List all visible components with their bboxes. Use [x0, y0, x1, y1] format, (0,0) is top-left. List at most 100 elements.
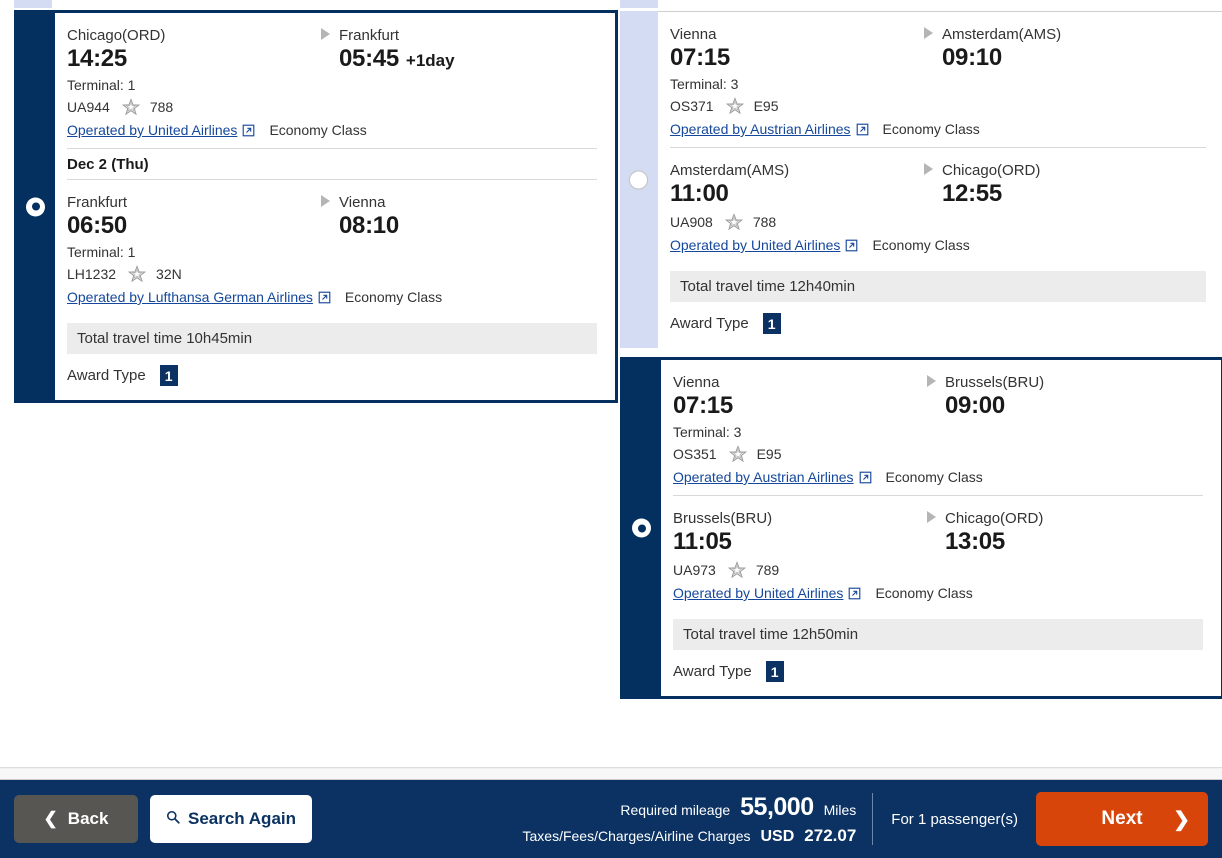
cabin-class: Economy Class — [882, 121, 980, 137]
external-link-icon[interactable] — [318, 291, 331, 304]
star-alliance-icon — [728, 445, 747, 463]
itinerary-card-return-2[interactable]: Vienna Brussels(BRU) 07:15 09:00 Termina… — [620, 357, 1222, 699]
mileage-unit: Miles — [823, 801, 857, 818]
departure-city: Frankfurt — [67, 194, 128, 211]
equipment-code: E95 — [756, 446, 782, 462]
fragment-strip — [620, 0, 658, 8]
departure-time: 07:15 — [673, 392, 733, 419]
outbound-itinerary-column: Chicago(ORD) Frankfurt 14:25 05:45 +1day… — [14, 10, 618, 403]
scrolled-card-fragment-left — [14, 0, 618, 8]
award-type-badge[interactable]: 1 — [159, 365, 178, 386]
flight-segment: Brussels(BRU) Chicago(ORD) 11:05 13:05 U… — [673, 495, 1203, 611]
star-alliance-icon — [727, 561, 746, 579]
scrollbar-thumb[interactable] — [0, 769, 1222, 779]
itinerary-card-body: Vienna Brussels(BRU) 07:15 09:00 Termina… — [661, 360, 1221, 696]
arrival-city: Amsterdam(AMS) — [942, 26, 1062, 43]
flight-number: OS371 — [670, 98, 714, 114]
scrolled-card-fragment-right — [620, 0, 1222, 8]
departure-city: Vienna — [670, 26, 717, 43]
departure-time: 11:05 — [673, 528, 732, 555]
next-button[interactable]: Next ❯ — [1036, 792, 1208, 846]
departure-time: 07:15 — [670, 44, 730, 71]
departure-city: Vienna — [673, 374, 720, 391]
equipment-code: 32N — [156, 266, 182, 282]
arrival-city: Chicago(ORD) — [942, 162, 1041, 179]
flight-segment: Vienna Amsterdam(AMS) 07:15 09:10 Termin… — [670, 12, 1206, 147]
back-button[interactable]: ❮ Back — [14, 795, 138, 843]
total-travel-time: Total travel time 12h50min — [673, 619, 1203, 650]
external-link-icon[interactable] — [859, 471, 872, 484]
award-type-badge[interactable]: 1 — [765, 661, 784, 682]
arrow-right-triangle-icon — [321, 28, 339, 40]
terminal-info: Terminal: 3 — [670, 76, 739, 92]
horizontal-scrollbar[interactable] — [0, 767, 1222, 780]
fragment-strip — [14, 0, 52, 8]
operated-by-link[interactable]: Operated by United Airlines — [673, 585, 843, 601]
external-link-icon[interactable] — [242, 124, 255, 137]
arrival-time: 09:10 — [942, 44, 1002, 71]
award-type-badge[interactable]: 1 — [762, 313, 781, 334]
departure-city: Brussels(BRU) — [673, 510, 773, 527]
terminal-info: Terminal: 1 — [67, 77, 136, 93]
external-link-icon[interactable] — [856, 123, 869, 136]
cabin-class: Economy Class — [885, 469, 983, 485]
itinerary-select-strip[interactable] — [620, 11, 658, 348]
flight-segment: Vienna Brussels(BRU) 07:15 09:00 Termina… — [673, 360, 1203, 495]
search-again-button[interactable]: Search Again — [150, 795, 312, 843]
cabin-class: Economy Class — [872, 237, 970, 253]
equipment-code: 788 — [752, 214, 777, 230]
arrow-right-triangle-icon — [924, 163, 942, 175]
itinerary-select-strip[interactable] — [17, 13, 55, 400]
search-again-label: Search Again — [187, 809, 297, 828]
required-mileage-value: 55,000 — [740, 792, 814, 821]
external-link-icon[interactable] — [845, 239, 858, 252]
cabin-class: Economy Class — [875, 585, 973, 601]
arrival-time: 09:00 — [945, 392, 1005, 419]
bottom-action-bar: ❮ Back Search Again Required mileage 55,… — [0, 780, 1222, 858]
external-link-icon[interactable] — [848, 587, 861, 600]
operated-by-link[interactable]: Operated by United Airlines — [67, 122, 237, 138]
itinerary-card-return-1[interactable]: Vienna Amsterdam(AMS) 07:15 09:10 Termin… — [620, 11, 1222, 348]
outbound-itinerary-radio[interactable] — [26, 197, 45, 216]
award-type-row: Award Type 1 — [67, 354, 597, 400]
flight-award-selection-page: Chicago(ORD) Frankfurt 14:25 05:45 +1day… — [0, 0, 1222, 858]
return-itinerary-radio-1[interactable] — [629, 170, 648, 189]
flight-number: UA944 — [67, 99, 110, 115]
operated-by-link[interactable]: Operated by Austrian Airlines — [670, 121, 851, 137]
itinerary-card-body: Chicago(ORD) Frankfurt 14:25 05:45 +1day… — [55, 13, 615, 400]
equipment-code: E95 — [753, 98, 779, 114]
total-travel-time: Total travel time 10h45min — [67, 323, 597, 354]
chevron-left-icon: ❮ — [43, 809, 58, 828]
arrival-city: Chicago(ORD) — [945, 510, 1044, 527]
departure-city: Amsterdam(AMS) — [670, 162, 790, 179]
terminal-info: Terminal: 3 — [673, 424, 742, 440]
return-itinerary-radio-2[interactable] — [632, 518, 651, 538]
required-mileage-label: Required mileage — [620, 801, 731, 818]
flight-segment: Frankfurt Vienna 06:50 08:10 Terminal: 1 — [67, 180, 597, 315]
star-alliance-icon — [128, 265, 147, 283]
arrival-time: 13:05 — [945, 528, 1005, 555]
next-button-label: Next — [1101, 808, 1143, 829]
equipment-code: 789 — [755, 562, 780, 578]
departure-time: 06:50 — [67, 212, 127, 239]
operated-by-link[interactable]: Operated by Lufthansa German Airlines — [67, 289, 313, 305]
arrival-city: Vienna — [339, 194, 386, 211]
star-alliance-icon — [121, 98, 140, 116]
operated-by-link[interactable]: Operated by Austrian Airlines — [673, 469, 854, 485]
award-type-row: Award Type 1 — [670, 302, 1206, 348]
itinerary-select-strip[interactable] — [623, 360, 661, 696]
flight-segment: Chicago(ORD) Frankfurt 14:25 05:45 +1day… — [67, 13, 597, 148]
search-icon — [166, 809, 180, 829]
cabin-class: Economy Class — [269, 122, 367, 138]
terminal-info: Terminal: 1 — [67, 244, 136, 260]
arrow-right-triangle-icon — [927, 511, 945, 523]
back-button-label: Back — [67, 809, 109, 828]
flight-segment: Amsterdam(AMS) Chicago(ORD) 11:00 12:55 — [670, 147, 1206, 263]
operated-by-link[interactable]: Operated by United Airlines — [670, 237, 840, 253]
star-alliance-icon — [724, 213, 743, 231]
return-itinerary-column: Vienna Amsterdam(AMS) 07:15 09:10 Termin… — [620, 11, 1222, 699]
fare-summary: Required mileage 55,000 Miles Taxes/Fees… — [523, 793, 873, 846]
itinerary-card-outbound[interactable]: Chicago(ORD) Frankfurt 14:25 05:45 +1day… — [14, 10, 618, 403]
taxes-fees-label: Taxes/Fees/Charges/Airline Charges — [522, 827, 751, 844]
award-type-label: Award Type — [67, 367, 146, 384]
